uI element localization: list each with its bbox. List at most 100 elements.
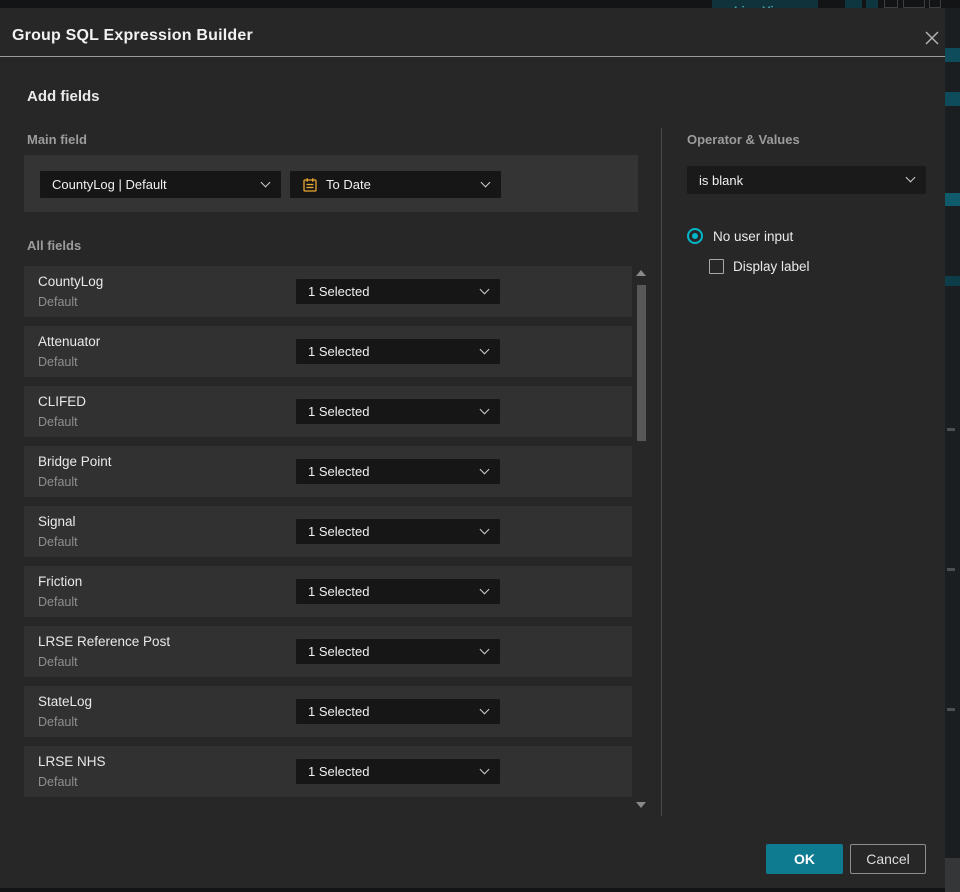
display-label-checkbox-row[interactable]: Display label <box>709 259 810 274</box>
group-sql-expression-builder-dialog: Group SQL Expression Builder Add fields … <box>0 8 945 888</box>
field-row: CountyLog Default 1 Selected <box>24 266 632 317</box>
field-selection-dropdown[interactable]: 1 Selected <box>296 459 500 484</box>
checkbox-icon[interactable] <box>709 259 724 274</box>
field-selection-value: 1 Selected <box>308 584 370 599</box>
field-name: Friction <box>38 574 83 589</box>
field-selection-value: 1 Selected <box>308 764 370 779</box>
no-user-input-label: No user input <box>713 228 794 244</box>
field-name: CountyLog <box>38 274 104 289</box>
field-name: StateLog <box>38 694 93 709</box>
background-fragment <box>947 428 955 431</box>
field-name: Signal <box>38 514 76 529</box>
main-field-dropdown[interactable]: CountyLog | Default <box>40 171 281 198</box>
list-scrollbar[interactable] <box>634 268 648 810</box>
main-field-label: Main field <box>27 132 87 147</box>
ok-button[interactable]: OK <box>766 844 843 874</box>
field-selection-dropdown[interactable]: 1 Selected <box>296 759 500 784</box>
title-divider <box>0 56 945 57</box>
chevron-down-icon <box>479 584 490 594</box>
background-fragment <box>945 193 960 206</box>
field-subtitle: Default <box>38 655 78 669</box>
main-field-bar: CountyLog | Default To Date <box>24 155 638 212</box>
field-type-dropdown[interactable]: To Date <box>290 171 501 198</box>
chevron-down-icon <box>480 177 491 187</box>
field-selection-value: 1 Selected <box>308 404 370 419</box>
field-subtitle: Default <box>38 475 78 489</box>
cancel-button[interactable]: Cancel <box>850 844 926 874</box>
field-name: Attenuator <box>38 334 101 349</box>
chevron-down-icon <box>479 704 490 714</box>
background-app-bottom-strip <box>0 888 945 892</box>
scrollbar-thumb[interactable] <box>637 285 646 441</box>
scroll-down-arrow-icon[interactable] <box>636 802 646 808</box>
chevron-down-icon <box>479 284 490 294</box>
field-name: Bridge Point <box>38 454 112 469</box>
field-row: LRSE Reference Post Default 1 Selected <box>24 626 632 677</box>
background-fragment <box>945 92 960 106</box>
no-user-input-radio-row[interactable]: No user input <box>687 228 793 244</box>
field-row: CLIFED Default 1 Selected <box>24 386 632 437</box>
all-fields-list: CountyLog Default 1 Selected Attenuator … <box>24 266 632 806</box>
field-name: LRSE Reference Post <box>38 634 171 649</box>
field-selection-dropdown[interactable]: 1 Selected <box>296 279 500 304</box>
field-subtitle: Default <box>38 775 78 789</box>
dialog-title: Group SQL Expression Builder <box>12 27 253 44</box>
all-fields-label: All fields <box>27 238 82 253</box>
add-fields-heading: Add fields <box>27 88 100 105</box>
field-row: Signal Default 1 Selected <box>24 506 632 557</box>
field-name: LRSE NHS <box>38 754 106 769</box>
field-selection-dropdown[interactable]: 1 Selected <box>296 579 500 604</box>
background-fragment <box>945 48 960 62</box>
main-field-dropdown-value: CountyLog | Default <box>52 177 167 192</box>
operator-dropdown-value: is blank <box>699 172 744 188</box>
screen: Live View Group SQL Expression Builder A… <box>0 0 960 892</box>
background-toolbar-button <box>903 0 925 8</box>
field-selection-dropdown[interactable]: 1 Selected <box>296 519 500 544</box>
calendar-icon <box>303 177 317 192</box>
background-fragment <box>945 858 960 892</box>
field-selection-dropdown[interactable]: 1 Selected <box>296 399 500 424</box>
chevron-down-icon <box>479 524 490 534</box>
background-fragment <box>945 276 960 286</box>
live-view-toggle[interactable]: Live View <box>712 0 818 8</box>
field-selection-value: 1 Selected <box>308 524 370 539</box>
chevron-down-icon <box>479 464 490 474</box>
field-selection-value: 1 Selected <box>308 284 370 299</box>
field-selection-dropdown[interactable]: 1 Selected <box>296 339 500 364</box>
operator-values-label: Operator & Values <box>687 132 800 147</box>
close-icon[interactable] <box>918 24 946 52</box>
field-selection-dropdown[interactable]: 1 Selected <box>296 639 500 664</box>
display-label-label: Display label <box>733 259 810 274</box>
field-row: StateLog Default 1 Selected <box>24 686 632 737</box>
chevron-down-icon <box>479 644 490 654</box>
chevron-down-icon <box>479 404 490 414</box>
chevron-down-icon <box>479 344 490 354</box>
background-toolbar-button <box>884 0 898 8</box>
field-selection-value: 1 Selected <box>308 644 370 659</box>
field-subtitle: Default <box>38 535 78 549</box>
background-fragment <box>947 568 955 571</box>
field-selection-value: 1 Selected <box>308 704 370 719</box>
field-selection-value: 1 Selected <box>308 344 370 359</box>
field-subtitle: Default <box>38 715 78 729</box>
background-app-top-strip: Live View <box>0 0 960 8</box>
chevron-down-icon <box>479 764 490 774</box>
operator-dropdown[interactable]: is blank <box>687 166 926 194</box>
field-subtitle: Default <box>38 295 78 309</box>
background-toolbar-button <box>845 0 862 8</box>
background-fragment <box>947 708 955 711</box>
panel-divider <box>661 128 662 816</box>
scroll-up-arrow-icon[interactable] <box>636 270 646 276</box>
field-row: Bridge Point Default 1 Selected <box>24 446 632 497</box>
chevron-down-icon <box>905 172 916 183</box>
background-toolbar-button <box>929 0 941 8</box>
field-selection-dropdown[interactable]: 1 Selected <box>296 699 500 724</box>
radio-button-icon[interactable] <box>687 228 703 244</box>
field-type-dropdown-value: To Date <box>326 177 371 192</box>
field-row: Friction Default 1 Selected <box>24 566 632 617</box>
field-row: LRSE NHS Default 1 Selected <box>24 746 632 797</box>
field-row: Attenuator Default 1 Selected <box>24 326 632 377</box>
field-selection-value: 1 Selected <box>308 464 370 479</box>
chevron-down-icon <box>260 177 271 187</box>
background-toolbar-button <box>866 0 878 8</box>
